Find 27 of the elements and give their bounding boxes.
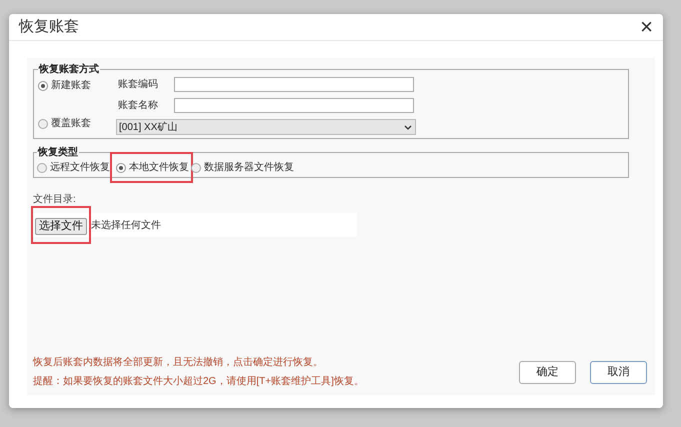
cancel-button[interactable]: 取消 (590, 361, 647, 384)
warning-text: 提醒：如果要恢复的账套文件大小超过2G，请使用[T+账套维护工具]恢复。 (33, 374, 364, 389)
radio-label: 覆盖账套 (51, 116, 91, 131)
radio-label: 新建账套 (51, 78, 91, 93)
dialog-title: 恢复账套 (19, 16, 79, 37)
group-legend: 恢复类型 (37, 145, 79, 160)
text-field[interactable] (174, 98, 414, 113)
account-dropdown[interactable]: [001] XX矿山 (116, 119, 416, 135)
file-status-text: 未选择任何文件 (91, 218, 161, 232)
ok-button[interactable]: 确定 (519, 361, 576, 384)
file-directory-label: 文件目录: (33, 195, 77, 205)
field-label: 账套编码 (117, 78, 159, 92)
radio-button[interactable] (37, 162, 47, 172)
radio-label: 远程文件恢复 (50, 160, 110, 175)
radio-button[interactable] (38, 80, 48, 90)
chevron-down-icon (404, 124, 412, 130)
warning-text: 恢复后账套内数据将全部更新，且无法撤销，点击确定进行恢复。 (33, 356, 324, 370)
group-legend: 恢复账套方式 (38, 62, 100, 77)
text-field[interactable] (174, 77, 414, 92)
field-label: 账套名称 (117, 98, 159, 113)
radio-label: 本地文件恢复 (129, 160, 189, 175)
radio-label: 数据服务器文件恢复 (204, 160, 294, 175)
radio-button[interactable] (191, 162, 201, 172)
choose-file-button[interactable]: 选择文件 (35, 218, 87, 235)
radio-button[interactable] (116, 162, 126, 172)
close-button[interactable]: × (640, 16, 653, 38)
radio-button[interactable] (38, 118, 48, 128)
